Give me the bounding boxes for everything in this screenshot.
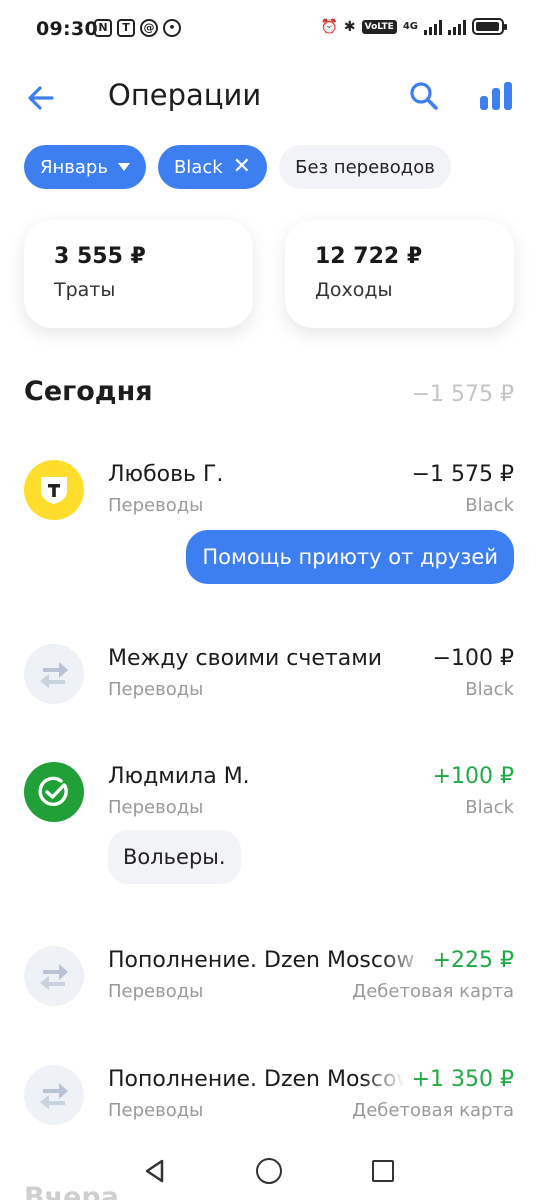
page-title: Операции <box>108 78 262 112</box>
notification-icons: N T @ • <box>94 19 181 37</box>
analytics-button[interactable] <box>476 78 518 114</box>
income-card[interactable]: 12 722 ₽ Доходы <box>285 220 514 328</box>
signal-icon-2 <box>448 19 466 35</box>
card-filter-label: Black <box>173 156 223 178</box>
month-filter-chip[interactable]: Январь <box>24 145 146 189</box>
section-total: −1 575 ₽ <box>411 382 514 407</box>
caret-down-icon <box>117 163 130 171</box>
operation-name: Любовь Г. <box>108 462 224 487</box>
volte-icon: VoLTE <box>361 19 397 34</box>
operation-amount: +225 ₽ <box>432 948 514 973</box>
month-filter-label: Январь <box>40 156 108 178</box>
filter-chips: Январь Black ✕ Без переводов <box>24 145 451 189</box>
app-header: Операции <box>0 62 538 132</box>
search-button[interactable] <box>406 78 442 114</box>
operation-account: Black <box>465 679 514 700</box>
operation-account: Дебетовая карта <box>352 1100 514 1121</box>
operation-account: Дебетовая карта <box>352 981 514 1002</box>
operation-account: Black <box>465 495 514 516</box>
summary-cards: 3 555 ₽ Траты 12 722 ₽ Доходы <box>24 220 514 328</box>
operation-amount: +100 ₽ <box>432 764 514 789</box>
nav-home-icon[interactable] <box>256 1158 282 1184</box>
bar-chart-icon <box>480 82 512 110</box>
at-icon: @ <box>140 19 158 37</box>
signal-icon <box>424 19 442 35</box>
operation-category: Переводы <box>108 1100 204 1121</box>
status-bar: 09:30 N T @ • ⏰ ✱ VoLTE 4G <box>0 0 538 62</box>
operation-name: Людмила М. <box>108 764 250 789</box>
transfer-arrows-icon <box>24 1065 84 1125</box>
nav-back-icon <box>145 1159 164 1183</box>
nfc-icon: N <box>94 19 112 37</box>
bluetooth-icon: ✱ <box>343 18 356 35</box>
spending-amount: 3 555 ₽ <box>54 244 146 269</box>
operation-name: Пополнение. Dzen Moscow <box>108 1067 404 1092</box>
transfer-arrows-icon <box>24 946 84 1006</box>
section-title-today: Сегодня <box>24 376 153 407</box>
operation-account: Black <box>465 797 514 818</box>
bank-notification-icon: T <box>117 19 135 37</box>
operation-name: Между своими счетами <box>108 646 383 671</box>
close-icon[interactable]: ✕ <box>233 156 251 178</box>
operation-amount: −100 ₽ <box>432 646 514 671</box>
sber-logo-icon <box>24 762 84 822</box>
system-nav-bar <box>0 1140 538 1200</box>
operations-screen: 09:30 N T @ • ⏰ ✱ VoLTE 4G Операции Янва… <box>0 0 538 1200</box>
operation-category: Переводы <box>108 679 204 700</box>
network-type-icon: 4G <box>402 21 418 32</box>
search-icon <box>410 82 438 110</box>
battery-level <box>476 22 499 31</box>
alarm-icon: ⏰ <box>320 18 338 35</box>
spending-card[interactable]: 3 555 ₽ Траты <box>24 220 253 328</box>
arrow-left-icon <box>28 86 54 110</box>
income-label: Доходы <box>315 279 393 301</box>
spending-label: Траты <box>54 279 116 301</box>
income-amount: 12 722 ₽ <box>315 244 423 269</box>
no-transfers-label: Без переводов <box>295 156 435 178</box>
operation-category: Переводы <box>108 495 204 516</box>
no-transfers-chip[interactable]: Без переводов <box>279 145 451 189</box>
status-time: 09:30 <box>36 18 98 40</box>
operation-category: Переводы <box>108 981 204 1002</box>
operation-amount: −1 575 ₽ <box>411 462 514 487</box>
battery-icon <box>472 18 507 35</box>
app-notification-icon: • <box>163 19 181 37</box>
system-icons: ⏰ ✱ VoLTE 4G <box>320 18 507 35</box>
operation-comment: Помощь приюту от друзей <box>186 530 514 584</box>
nav-back-button[interactable] <box>142 1158 168 1184</box>
back-button[interactable] <box>22 78 62 118</box>
operation-category: Переводы <box>108 797 204 818</box>
nav-recent-icon[interactable] <box>372 1160 394 1182</box>
operation-name: Пополнение. Dzen Moscow <box>108 948 415 973</box>
card-filter-chip[interactable]: Black ✕ <box>157 145 268 189</box>
operation-comment: Вольеры. <box>108 830 241 884</box>
transfer-arrows-icon <box>24 644 84 704</box>
tinkoff-logo-icon <box>24 460 84 520</box>
operation-amount: +1 350 ₽ <box>411 1067 514 1092</box>
